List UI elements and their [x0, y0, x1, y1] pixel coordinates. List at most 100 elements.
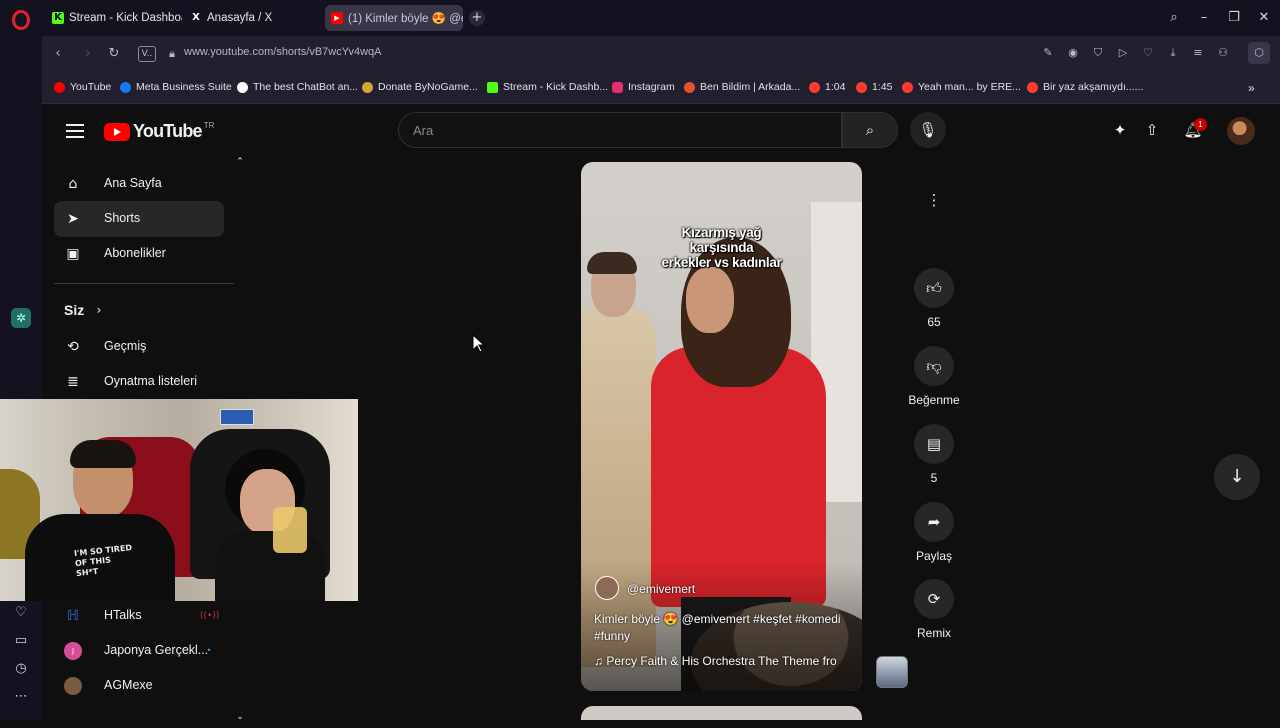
like-count: 65 — [927, 315, 941, 329]
music-icon — [856, 81, 867, 93]
video-title-hashtag[interactable]: #funny — [594, 629, 630, 643]
shield-icon[interactable]: ⛉ — [1090, 45, 1106, 61]
sidebar-item-shorts[interactable]: ➤ Shorts — [54, 201, 224, 237]
new-tab-icon[interactable]: + — [469, 10, 485, 26]
bookmark-instagram[interactable]: Instagram — [612, 81, 675, 93]
channel-avatar[interactable] — [595, 576, 619, 600]
instagram-icon — [612, 81, 623, 93]
home-icon: ⌂ — [68, 176, 78, 192]
reload-icon[interactable]: ↻ — [104, 44, 124, 64]
more-icon[interactable]: ⋯ — [12, 688, 30, 706]
chatbot-icon — [237, 81, 248, 93]
shorts-icon: ➤ — [67, 211, 79, 227]
sidebar-item-subscriptions[interactable]: ▣ Abonelikler — [54, 236, 224, 272]
channel-avatar-icon — [64, 677, 82, 695]
back-icon[interactable]: ‹ — [48, 44, 68, 64]
tab-label: Stream - Kick Dashboard — [69, 12, 182, 24]
bookmark-yeahman[interactable]: Yeah man... by ERE... — [902, 81, 1021, 93]
search-tabs-icon[interactable]: ⌕ — [1164, 8, 1184, 28]
chevron-up-icon[interactable]: ⌃ — [229, 151, 251, 173]
video-caption-line: karşısında — [689, 240, 754, 255]
youtube-play-icon — [104, 122, 130, 141]
url-text[interactable]: www.youtube.com/shorts/vB7wcYv4wqA — [184, 46, 381, 58]
lock-icon[interactable]: 🔒︎ — [162, 44, 182, 64]
sidebar-item-playlists[interactable]: ≣ Oynatma listeleri — [54, 364, 224, 400]
shorts-video-player[interactable]: Kızarmış yağ karşısında erkekler vs kadı… — [581, 162, 862, 691]
extensions-icon[interactable]: ⬡ — [1248, 42, 1270, 64]
bookmark-meta[interactable]: Meta Business Suite — [120, 81, 232, 93]
sidebar-item-home[interactable]: ⌂ Ana Sayfa — [54, 166, 224, 202]
remix-button[interactable]: ⟳ — [914, 579, 954, 619]
edit-icon[interactable]: ✎ — [1040, 45, 1056, 61]
create-studio-icon[interactable]: ✦ — [1109, 119, 1131, 141]
like-button[interactable]: 👍︎ — [914, 268, 954, 308]
bookmark-benbildim[interactable]: Ben Bildim | Arkada... — [684, 81, 800, 93]
sidebar-section-you[interactable]: Siz › — [54, 292, 224, 328]
more-bookmarks-icon[interactable]: » — [1248, 81, 1255, 95]
notification-badge: 1 — [1194, 118, 1207, 131]
music-icon — [809, 81, 820, 93]
bookmarks-bar: YouTube Meta Business Suite The best Cha… — [42, 72, 1280, 104]
chatgpt-sidebar-icon[interactable]: ✲ — [11, 308, 31, 328]
next-short-preview[interactable] — [581, 706, 862, 720]
mic-icon: 🎙︎ — [918, 121, 938, 139]
playlist-icon: ≣ — [67, 374, 79, 390]
restore-icon[interactable]: ❐ — [1224, 8, 1244, 28]
vpn-badge-icon[interactable]: V.. — [138, 46, 156, 62]
history-sidebar-icon[interactable]: ◷ — [12, 660, 30, 678]
upload-icon[interactable]: ⇧ — [1141, 119, 1163, 141]
search-input[interactable]: Ara — [398, 112, 842, 148]
comments-button[interactable]: ▤ — [914, 424, 954, 464]
meta-icon — [120, 81, 131, 93]
share-button[interactable]: ➦ — [914, 502, 954, 542]
dislike-button[interactable]: 👎︎ — [914, 346, 954, 386]
tab-youtube-active[interactable]: ▶ (1) Kimler böyle 😍 @emi — [325, 5, 463, 31]
video-title[interactable]: Kimler böyle 😍 @emivemert #keşfet #komed… — [594, 612, 841, 626]
bookmark-kick[interactable]: Stream - Kick Dashb... — [487, 81, 608, 93]
next-video-button[interactable]: ↓ — [1214, 454, 1260, 500]
channel-name[interactable]: @emivemert — [627, 582, 695, 596]
more-options-icon[interactable]: ⋮ — [914, 180, 954, 220]
music-info[interactable]: ♫ Percy Faith & His Orchestra The Theme … — [594, 654, 837, 668]
wall-sign — [220, 409, 254, 425]
sidebar-item-subscription[interactable]: AGMexe — [54, 668, 224, 704]
bookmark-chatbot[interactable]: The best ChatBot an... — [237, 81, 358, 93]
bookmark-youtube[interactable]: YouTube — [54, 81, 111, 93]
bookmark-bynogame[interactable]: Donate ByNoGame... — [362, 81, 478, 93]
avatar[interactable] — [1227, 117, 1255, 145]
bookmark-145[interactable]: 1:45 — [856, 81, 892, 93]
video-caption-line: Kızarmış yağ — [681, 225, 762, 240]
account-icon[interactable]: ⚇ — [1215, 45, 1231, 61]
voice-search-button[interactable]: 🎙︎ — [910, 112, 946, 148]
player-icon[interactable]: ▭ — [12, 632, 30, 650]
youtube-logo[interactable]: YouTube TR — [104, 121, 214, 142]
minimize-icon[interactable]: – — [1194, 8, 1214, 28]
chevron-down-icon[interactable]: ⌄ — [229, 706, 251, 728]
bookmark-104[interactable]: 1:04 — [809, 81, 845, 93]
play-icon[interactable]: ▷ — [1115, 45, 1131, 61]
forward-icon[interactable]: › — [78, 44, 98, 64]
sidebar-item-history[interactable]: ⟲ Geçmiş — [54, 329, 224, 365]
hamburger-menu-icon[interactable] — [66, 124, 84, 142]
camera-icon[interactable]: ◉ — [1065, 45, 1081, 61]
tab-x[interactable]: X Anasayfa / X — [184, 5, 320, 31]
new-content-dot-icon: • — [206, 646, 212, 655]
sidebar-item-subscription[interactable]: ℍ HTalks ((•)) — [54, 598, 224, 634]
download-icon[interactable]: ⤓ — [1165, 45, 1181, 61]
heart-icon[interactable]: ♡ — [12, 604, 30, 622]
comment-count: 5 — [930, 471, 938, 485]
music-icon — [902, 81, 913, 93]
close-window-icon[interactable]: ✕ — [1254, 8, 1274, 28]
bookmark-biryaz[interactable]: Bir yaz akşamıydı...... — [1027, 81, 1143, 93]
heart-bookmark-icon[interactable]: ♡ — [1140, 45, 1156, 61]
youtube-icon — [54, 81, 65, 93]
sidebar-item-subscription[interactable]: J Japonya Gerçekl... • — [54, 633, 224, 669]
search-button[interactable]: ⌕ — [842, 112, 898, 148]
tab-kick[interactable]: K Stream - Kick Dashboard — [46, 5, 182, 31]
history-icon: ⟲ — [67, 339, 79, 355]
easy-setup-icon[interactable]: ≡ — [1190, 45, 1206, 61]
tab-label: Anasayfa / X — [207, 12, 273, 24]
webcam-overlay: I'M SO TIRED OF THIS SH*T — [0, 399, 358, 601]
audio-thumbnail[interactable] — [876, 656, 908, 688]
opera-logo-icon[interactable] — [12, 10, 30, 30]
